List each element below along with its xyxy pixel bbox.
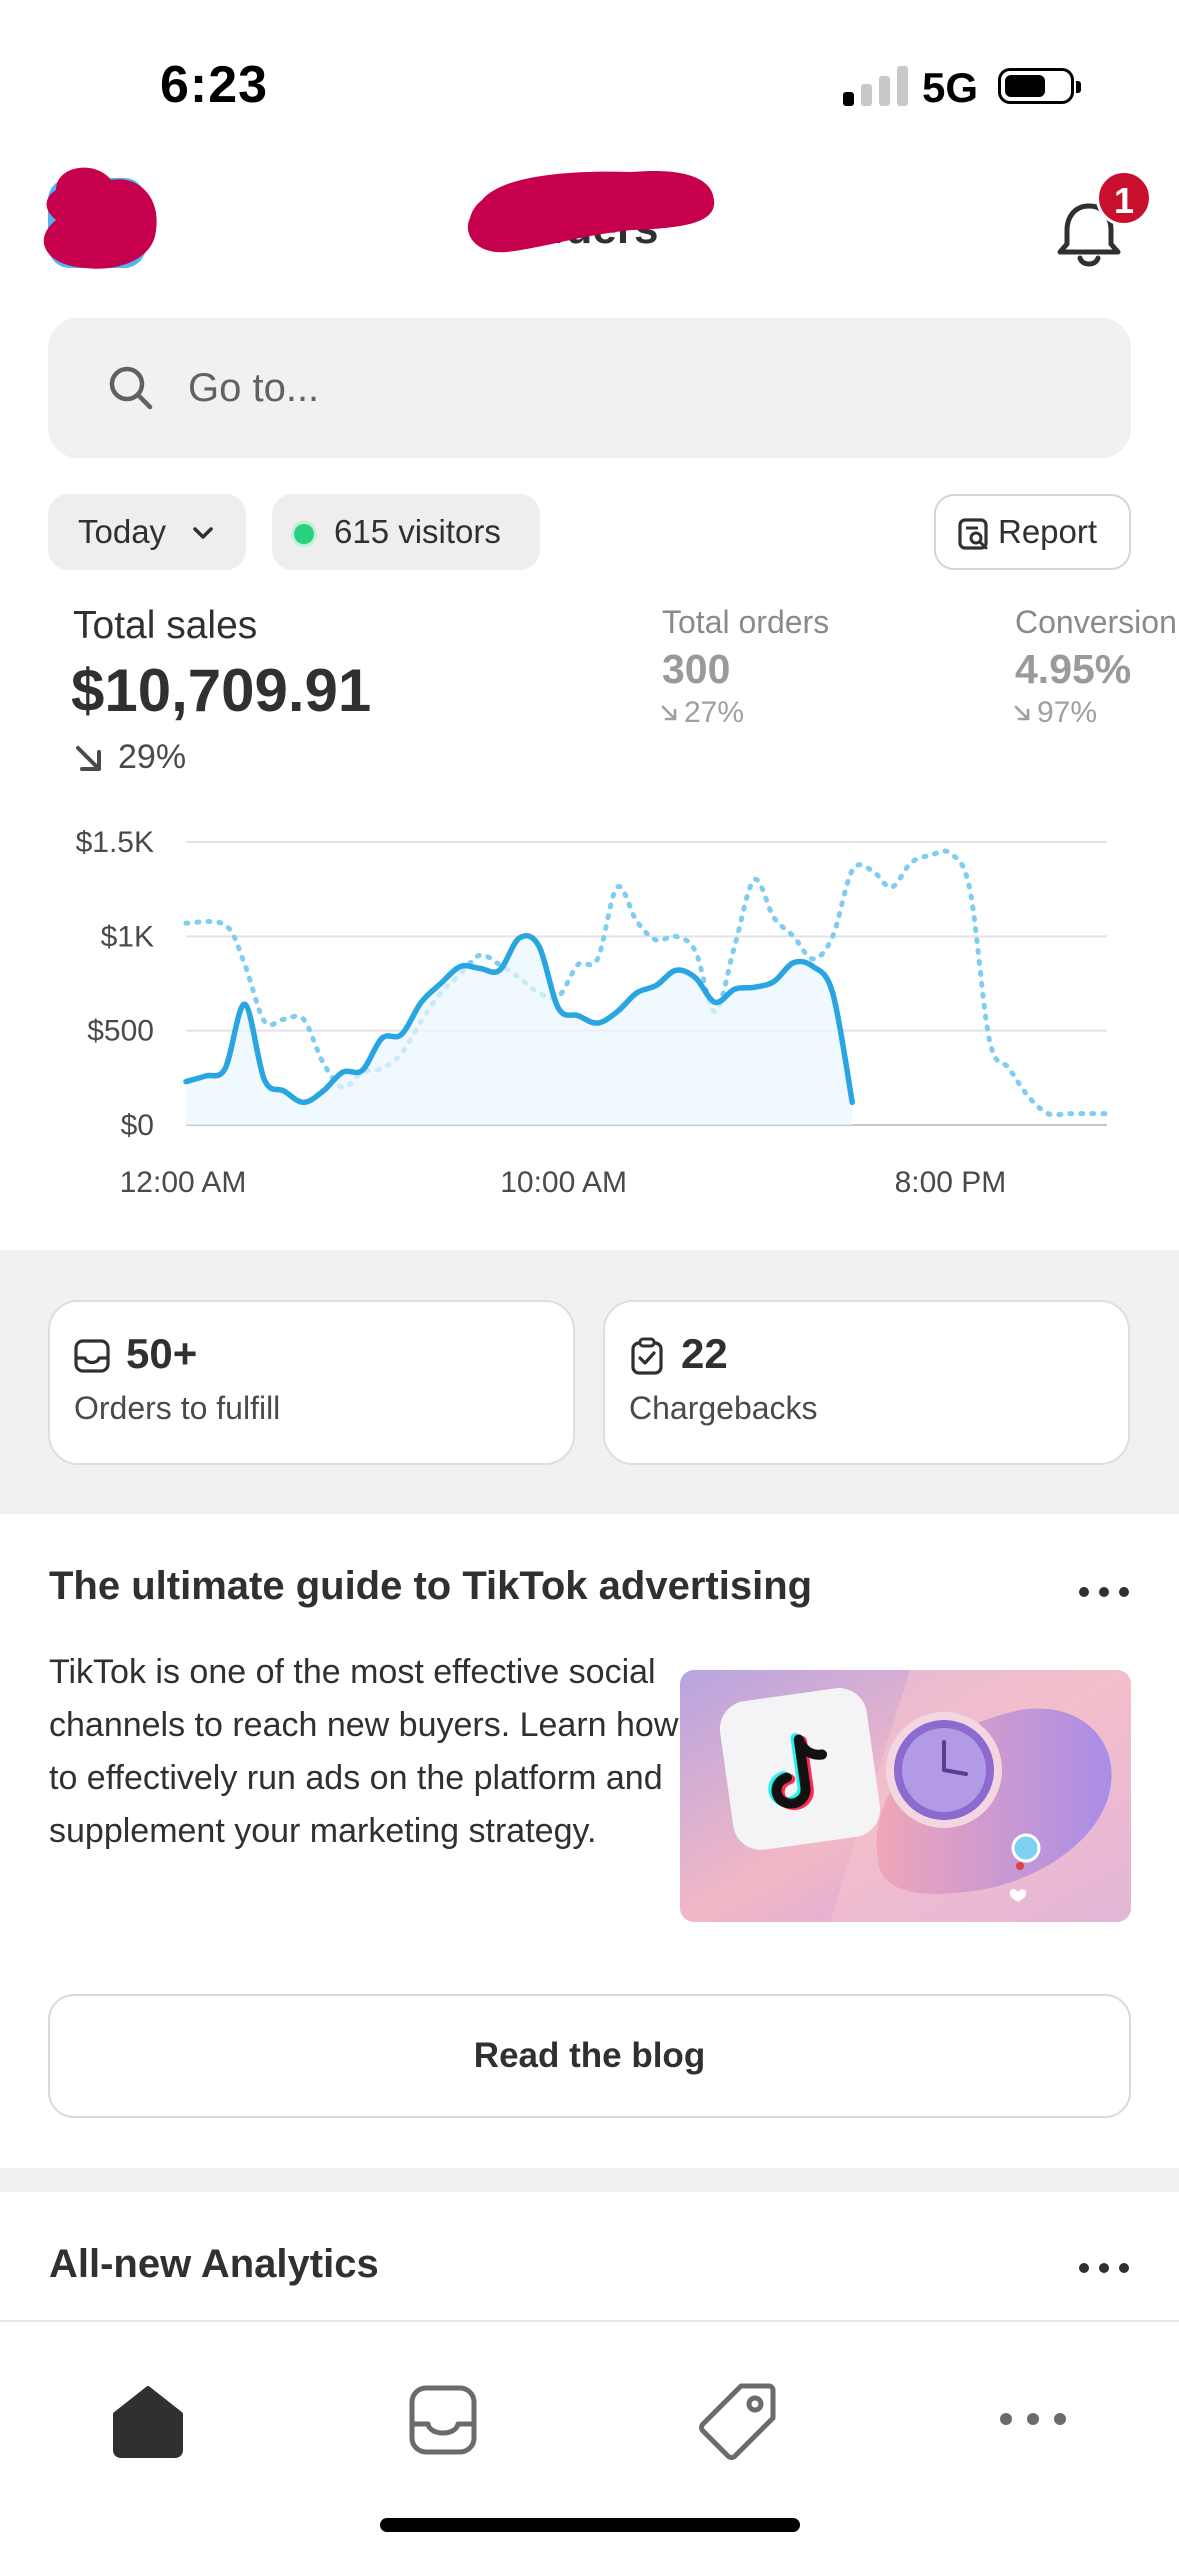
- conversion-value: 4.95%: [1015, 646, 1132, 692]
- live-dot-icon: [294, 524, 314, 544]
- chart-x-tick-label: 10:00 AM: [500, 1166, 627, 1199]
- signal-icon: [843, 66, 909, 106]
- more-icon[interactable]: [988, 2374, 1078, 2464]
- network-label: 5G: [922, 64, 979, 111]
- inbox-icon: [74, 1339, 110, 1373]
- orders-inbox-icon[interactable]: [398, 2374, 488, 2464]
- home-icon[interactable]: [103, 2374, 193, 2464]
- tiktok-watch-illustration: [680, 1670, 1131, 1922]
- chart-y-tick-label: $1.5K: [76, 826, 154, 859]
- avatar-redaction: [43, 167, 157, 269]
- date-range-label: Today: [78, 513, 167, 550]
- report-label: Report: [998, 513, 1098, 550]
- chargebacks-card[interactable]: 22 Chargebacks: [603, 1300, 1130, 1465]
- report-button[interactable]: Report: [934, 494, 1131, 570]
- total-orders-change: 27%: [684, 696, 745, 729]
- notification-badge: 1: [1096, 170, 1152, 226]
- chart-x-tick-label: 12:00 AM: [120, 1166, 247, 1199]
- arrow-down-right-icon: [661, 705, 677, 721]
- live-visitors-chip[interactable]: 615 visitors: [272, 494, 540, 570]
- products-tag-icon[interactable]: [693, 2374, 783, 2464]
- conversion-label[interactable]: Conversion: [1015, 604, 1177, 641]
- search-icon: [109, 366, 153, 410]
- chart-y-tick-label: $500: [87, 1015, 154, 1048]
- chart-y-tick-label: $1K: [101, 920, 154, 953]
- chevron-down-icon: [193, 527, 213, 539]
- battery-icon: [998, 68, 1081, 104]
- arrow-down-right-icon: [76, 746, 101, 771]
- orders-to-fulfill-card[interactable]: 50+ Orders to fulfill: [48, 1300, 575, 1465]
- store-name-redaction: [467, 170, 715, 253]
- orders-to-fulfill-count: 50+: [126, 1330, 198, 1377]
- status-bar: 6:23 5G: [0, 0, 1179, 150]
- arrow-down-right-icon: [1014, 705, 1030, 721]
- total-sales-value: $10,709.91: [71, 657, 372, 724]
- chart-x-tick-label: 8:00 PM: [895, 1166, 1007, 1199]
- report-icon: [958, 518, 988, 550]
- total-orders-value: 300: [662, 646, 731, 692]
- guide-description: TikTok is one of the most effective soci…: [49, 1653, 679, 1850]
- chargebacks-label: Chargebacks: [629, 1390, 818, 1426]
- tiktok-guide-image[interactable]: [680, 1670, 1131, 1922]
- search-input[interactable]: [188, 348, 1088, 428]
- home-indicator: [380, 2518, 800, 2532]
- visitors-label: 615 visitors: [334, 513, 501, 550]
- status-time: 6:23: [160, 56, 269, 114]
- analytics-title: All-new Analytics: [49, 2242, 379, 2286]
- chart-y-tick-label: $0: [121, 1109, 154, 1142]
- total-sales-label[interactable]: Total sales: [73, 604, 257, 648]
- more-options-icon[interactable]: [1074, 2258, 1134, 2278]
- search-bar[interactable]: [48, 318, 1131, 458]
- orders-to-fulfill-label: Orders to fulfill: [74, 1390, 281, 1426]
- section-divider: [0, 2168, 1179, 2192]
- conversion-change: 97%: [1037, 696, 1098, 729]
- total-sales-change: 29%: [118, 738, 187, 776]
- chargebacks-count: 22: [681, 1330, 728, 1377]
- more-options-icon[interactable]: [1074, 1582, 1134, 1602]
- bottom-tab-bar: [0, 2320, 1179, 2556]
- guide-title: The ultimate guide to TikTok advertising: [49, 1564, 813, 1608]
- read-blog-button[interactable]: Read the blog: [48, 1994, 1131, 2118]
- sales-line-chart[interactable]: $1.5K $1K $500 $0 12:00 AM 10:00 AM 8:00 PM: [0, 810, 1179, 1210]
- total-orders-label[interactable]: Total orders: [662, 604, 829, 641]
- date-range-dropdown[interactable]: Today: [48, 494, 246, 570]
- clipboard-check-icon: [631, 1337, 663, 1375]
